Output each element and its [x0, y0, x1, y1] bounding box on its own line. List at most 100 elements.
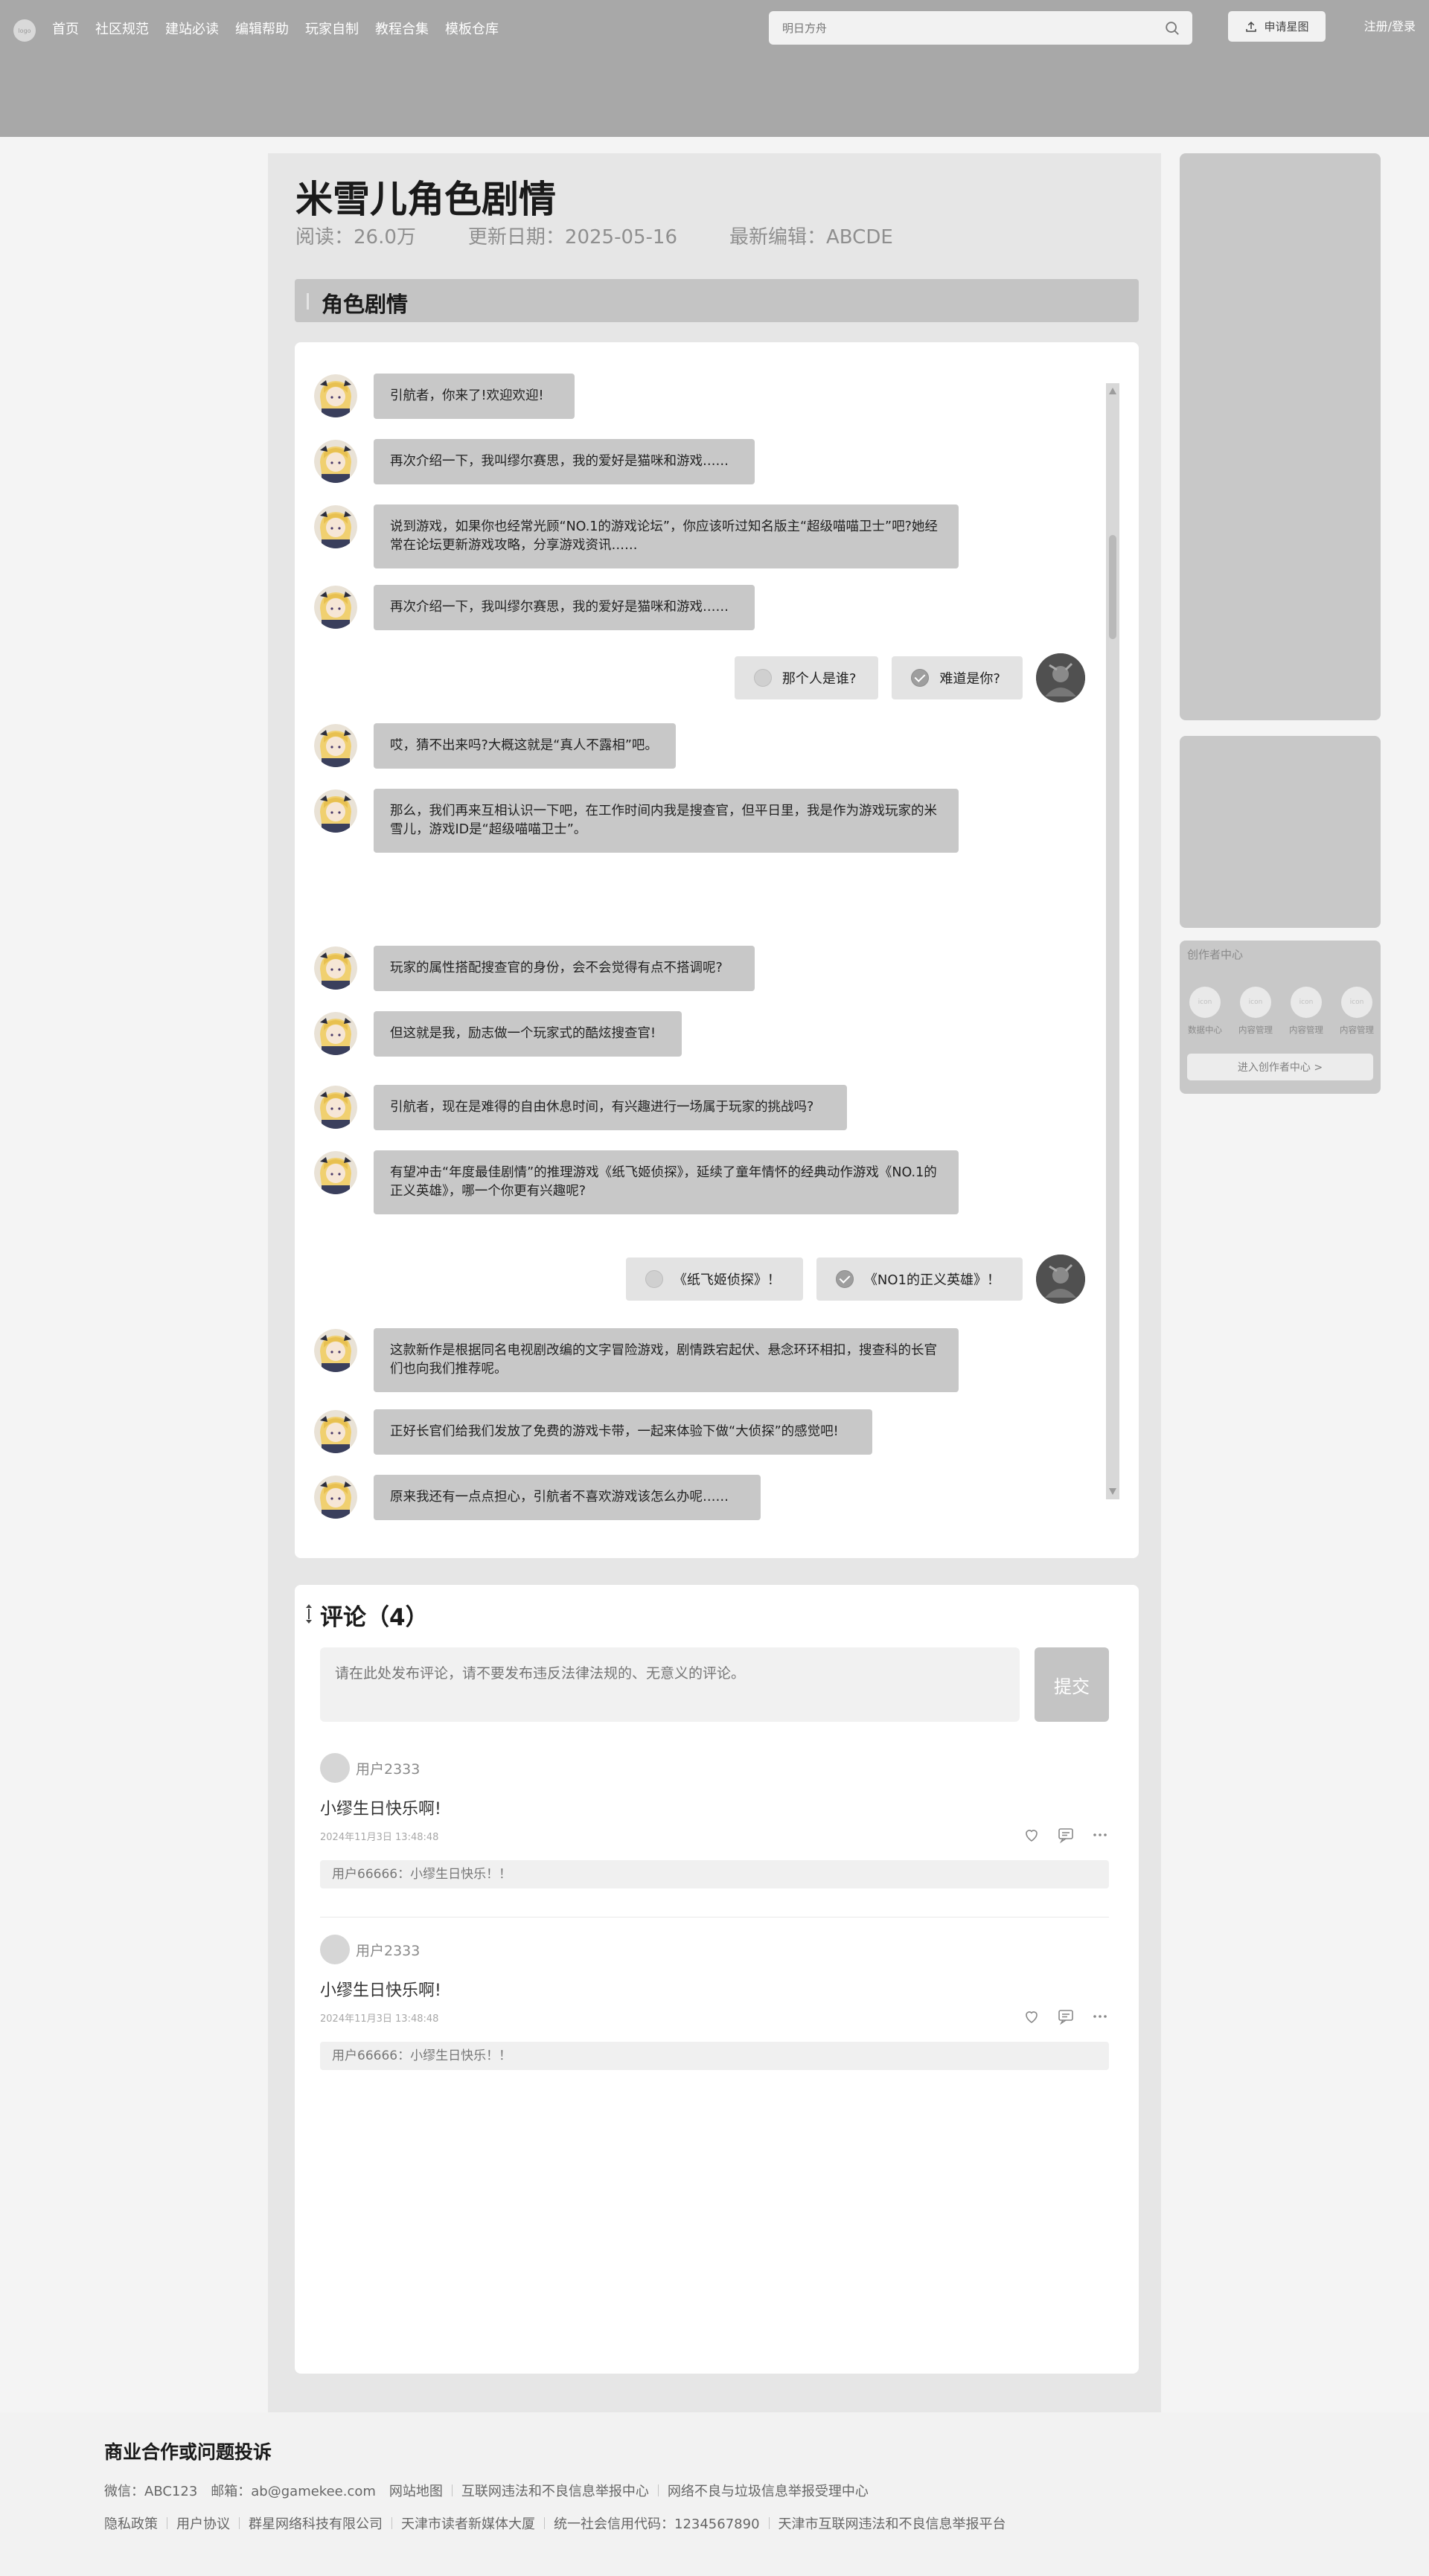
scrollbar-thumb[interactable] — [1109, 535, 1116, 639]
npc-avatar — [314, 1086, 357, 1129]
npc-avatar — [314, 440, 357, 483]
comment-actions — [1023, 2008, 1109, 2025]
player-choice-label: 《纸飞姬侦探》！ — [673, 1272, 781, 1288]
like-icon[interactable] — [1023, 2008, 1040, 2025]
player-choice-option[interactable]: 《NO1的正义英雄》！ — [816, 1257, 1023, 1301]
reply-icon[interactable] — [1057, 2008, 1075, 2025]
npc-message: 有望冲击“年度最佳剧情”的推理游戏《纸飞姬侦探》，延续了童年情怀的经典动作游戏《… — [314, 1150, 959, 1214]
npc-message-bubble: 玩家的属性搭配搜查官的身份，会不会觉得有点不搭调呢? — [374, 946, 755, 991]
comment-user: 用户2333 — [320, 1935, 1109, 1964]
sidebar-banner-small[interactable] — [1180, 736, 1381, 928]
site-footer: 商业合作或问题投诉 微信：ABC123 邮箱：ab@gamekee.com 网站… — [0, 2412, 1429, 2576]
npc-message: 哎，猜不出来吗?大概这就是“真人不露相”吧。 — [314, 723, 676, 769]
section-heading: 角色剧情 — [295, 279, 1139, 322]
more-icon[interactable] — [1091, 1826, 1109, 1844]
search-icon[interactable] — [1164, 20, 1180, 36]
content-manage-icon: icon — [1341, 987, 1372, 1018]
upload-icon — [1246, 21, 1257, 32]
site-logo[interactable]: logo — [13, 19, 36, 42]
player-choice-option[interactable]: 《纸飞姬侦探》！ — [625, 1257, 803, 1301]
npc-message-bubble: 那么，我们再来互相认识一下吧，在工作时间内我是搜查官，但平日里，我是作为游戏玩家… — [374, 789, 959, 853]
creator-item-label: 内容管理 — [1238, 1025, 1273, 1035]
avatar[interactable] — [320, 1753, 350, 1783]
like-icon[interactable] — [1023, 1826, 1040, 1844]
nav-item-site-guide[interactable]: 建站必读 — [165, 19, 219, 40]
comment-username[interactable]: 用户2333 — [356, 1940, 420, 1960]
search-input[interactable] — [781, 11, 1153, 45]
comment-text: 小缪生日快乐啊! — [320, 1981, 441, 2000]
more-icon[interactable] — [1091, 2008, 1109, 2025]
sidebar-banner-large[interactable] — [1180, 153, 1381, 720]
footer-link-user-agreement[interactable]: 用户协议 — [176, 2513, 230, 2533]
nav-item-home[interactable]: 首页 — [52, 19, 79, 40]
dialogue-scrollbar[interactable] — [1106, 383, 1119, 1499]
npc-message-bubble: 这款新作是根据同名电视剧改编的文字冒险游戏，剧情跌宕起伏、悬念环环相扣，搜查科的… — [374, 1328, 959, 1392]
enter-creator-center-button[interactable]: 进入创作者中心 > — [1187, 1054, 1373, 1080]
footer-link-tianjin-report[interactable]: 天津市互联网违法和不良信息举报平台 — [779, 2513, 1006, 2533]
footer-company: 群星网络科技有限公司 — [249, 2516, 383, 2532]
footer-email[interactable]: 邮箱：ab@gamekee.com — [211, 2481, 376, 2500]
footer-link-report-center[interactable]: 互联网违法和不良信息举报中心 — [461, 2481, 649, 2500]
creator-item-content-manage[interactable]: icon 内容管理 — [1339, 987, 1375, 1036]
main-content: 米雪儿角色剧情 阅读：26.0万 更新日期：2025-05-16 最新编辑：AB… — [268, 153, 1161, 2412]
footer-link-spam-report[interactable]: 网络不良与垃圾信息举报受理中心 — [668, 2481, 869, 2500]
content-manage-icon: icon — [1291, 987, 1322, 1018]
npc-message: 玩家的属性搭配搜查官的身份，会不会觉得有点不搭调呢? — [314, 946, 755, 991]
npc-message-bubble: 说到游戏，如果你也经常光顾“NO.1的游戏论坛”，你应该听过知名版主“超级喵喵卫… — [374, 504, 959, 568]
creator-item-content-manage[interactable]: icon 内容管理 — [1238, 987, 1273, 1036]
npc-message-bubble: 哎，猜不出来吗?大概这就是“真人不露相”吧。 — [374, 723, 676, 769]
comment-reply[interactable]: 用户66666：小缪生日快乐！！ — [320, 2042, 1109, 2070]
creator-center-title: 创作者中心 — [1187, 948, 1244, 961]
comment-username[interactable]: 用户2333 — [356, 1758, 420, 1778]
scroll-up-arrow-icon[interactable] — [1109, 388, 1116, 394]
avatar[interactable] — [320, 1935, 350, 1964]
creator-item-data-center[interactable]: icon 数据中心 — [1187, 987, 1223, 1036]
latest-editor: 最新编辑：ABCDE — [729, 226, 893, 249]
npc-message-bubble: 但这就是我，励志做一个玩家式的酷炫搜查官! — [374, 1011, 682, 1057]
nav-item-tutorials[interactable]: 教程合集 — [375, 19, 429, 40]
reply-icon[interactable] — [1057, 1826, 1075, 1844]
npc-message: 再次介绍一下，我叫缪尔赛思，我的爱好是猫咪和游戏…… — [314, 585, 755, 630]
footer-link-sitemap[interactable]: 网站地图 — [389, 2481, 443, 2500]
npc-message: 引航者，你来了!欢迎欢迎! — [314, 374, 575, 419]
comment-reply[interactable]: 用户66666：小缪生日快乐！！ — [320, 1860, 1109, 1888]
npc-avatar — [314, 946, 357, 990]
login-register-link[interactable]: 注册/登录 — [1364, 16, 1416, 37]
player-choice-option[interactable]: 那个人是谁? — [734, 656, 879, 699]
footer-contact-row: 微信：ABC123 邮箱：ab@gamekee.com 网站地图 互联网违法和不… — [104, 2481, 869, 2500]
footer-title: 商业合作或问题投诉 — [104, 2441, 272, 2463]
drag-handle-icon[interactable] — [304, 1603, 314, 1625]
nav-item-player-made[interactable]: 玩家自制 — [305, 19, 359, 40]
scroll-down-arrow-icon[interactable] — [1109, 1488, 1116, 1495]
player-choice-option[interactable]: 难道是你? — [892, 656, 1023, 699]
radio-icon[interactable] — [753, 669, 772, 687]
nav-item-community-rules[interactable]: 社区规范 — [95, 19, 149, 40]
apply-star-map-button[interactable]: 申请星图 — [1228, 11, 1326, 42]
player-choice-row: 《纸飞姬侦探》！ 《NO1的正义英雄》！ — [625, 1255, 1085, 1304]
comment-input[interactable] — [320, 1647, 1020, 1722]
section-heading-bar — [307, 293, 309, 310]
dialogue-list[interactable]: 引航者，你来了!欢迎欢迎! 再次介绍一下，我叫缪尔赛思，我的爱好是猫咪和游戏…… 说… — [295, 342, 1139, 1558]
checked-radio-icon[interactable] — [911, 669, 930, 687]
footer-legal-row: 隐私政策 用户协议 群星网络科技有限公司 天津市读者新媒体大厦 统一社会信用代码… — [104, 2513, 1006, 2533]
footer-link-privacy[interactable]: 隐私政策 — [104, 2513, 158, 2533]
npc-avatar — [314, 724, 357, 767]
creator-item-content-manage[interactable]: icon 内容管理 — [1288, 987, 1324, 1036]
nav-item-edit-help[interactable]: 编辑帮助 — [235, 19, 289, 40]
npc-avatar — [314, 505, 357, 548]
npc-avatar — [314, 789, 357, 833]
update-date: 更新日期：2025-05-16 — [467, 226, 678, 249]
npc-message-bubble: 原来我还有一点点担心，引航者不喜欢游戏该怎么办呢…… — [374, 1475, 761, 1520]
checked-radio-icon[interactable] — [835, 1270, 854, 1288]
footer-address: 天津市读者新媒体大厦 — [401, 2516, 535, 2532]
radio-icon[interactable] — [645, 1270, 663, 1288]
creator-item-label: 内容管理 — [1289, 1025, 1323, 1035]
comment-date: 2024年11月3日 13:48:48 — [320, 1832, 439, 1843]
read-count: 阅读：26.0万 — [295, 226, 416, 249]
player-choice-row: 那个人是谁? 难道是你? — [734, 653, 1085, 702]
nav-item-templates[interactable]: 模板仓库 — [445, 19, 499, 40]
article-meta: 阅读：26.0万 更新日期：2025-05-16 最新编辑：ABCDE — [295, 222, 893, 249]
submit-comment-button[interactable]: 提交 — [1035, 1647, 1109, 1722]
npc-message: 正好长官们给我们发放了免费的游戏卡带，一起来体验下做“大侦探”的感觉吧! — [314, 1409, 872, 1455]
comments-panel: 评论（4） 提交 用户2333 小缪生日快乐啊! 2024年11月3日 13:4… — [295, 1585, 1139, 2374]
